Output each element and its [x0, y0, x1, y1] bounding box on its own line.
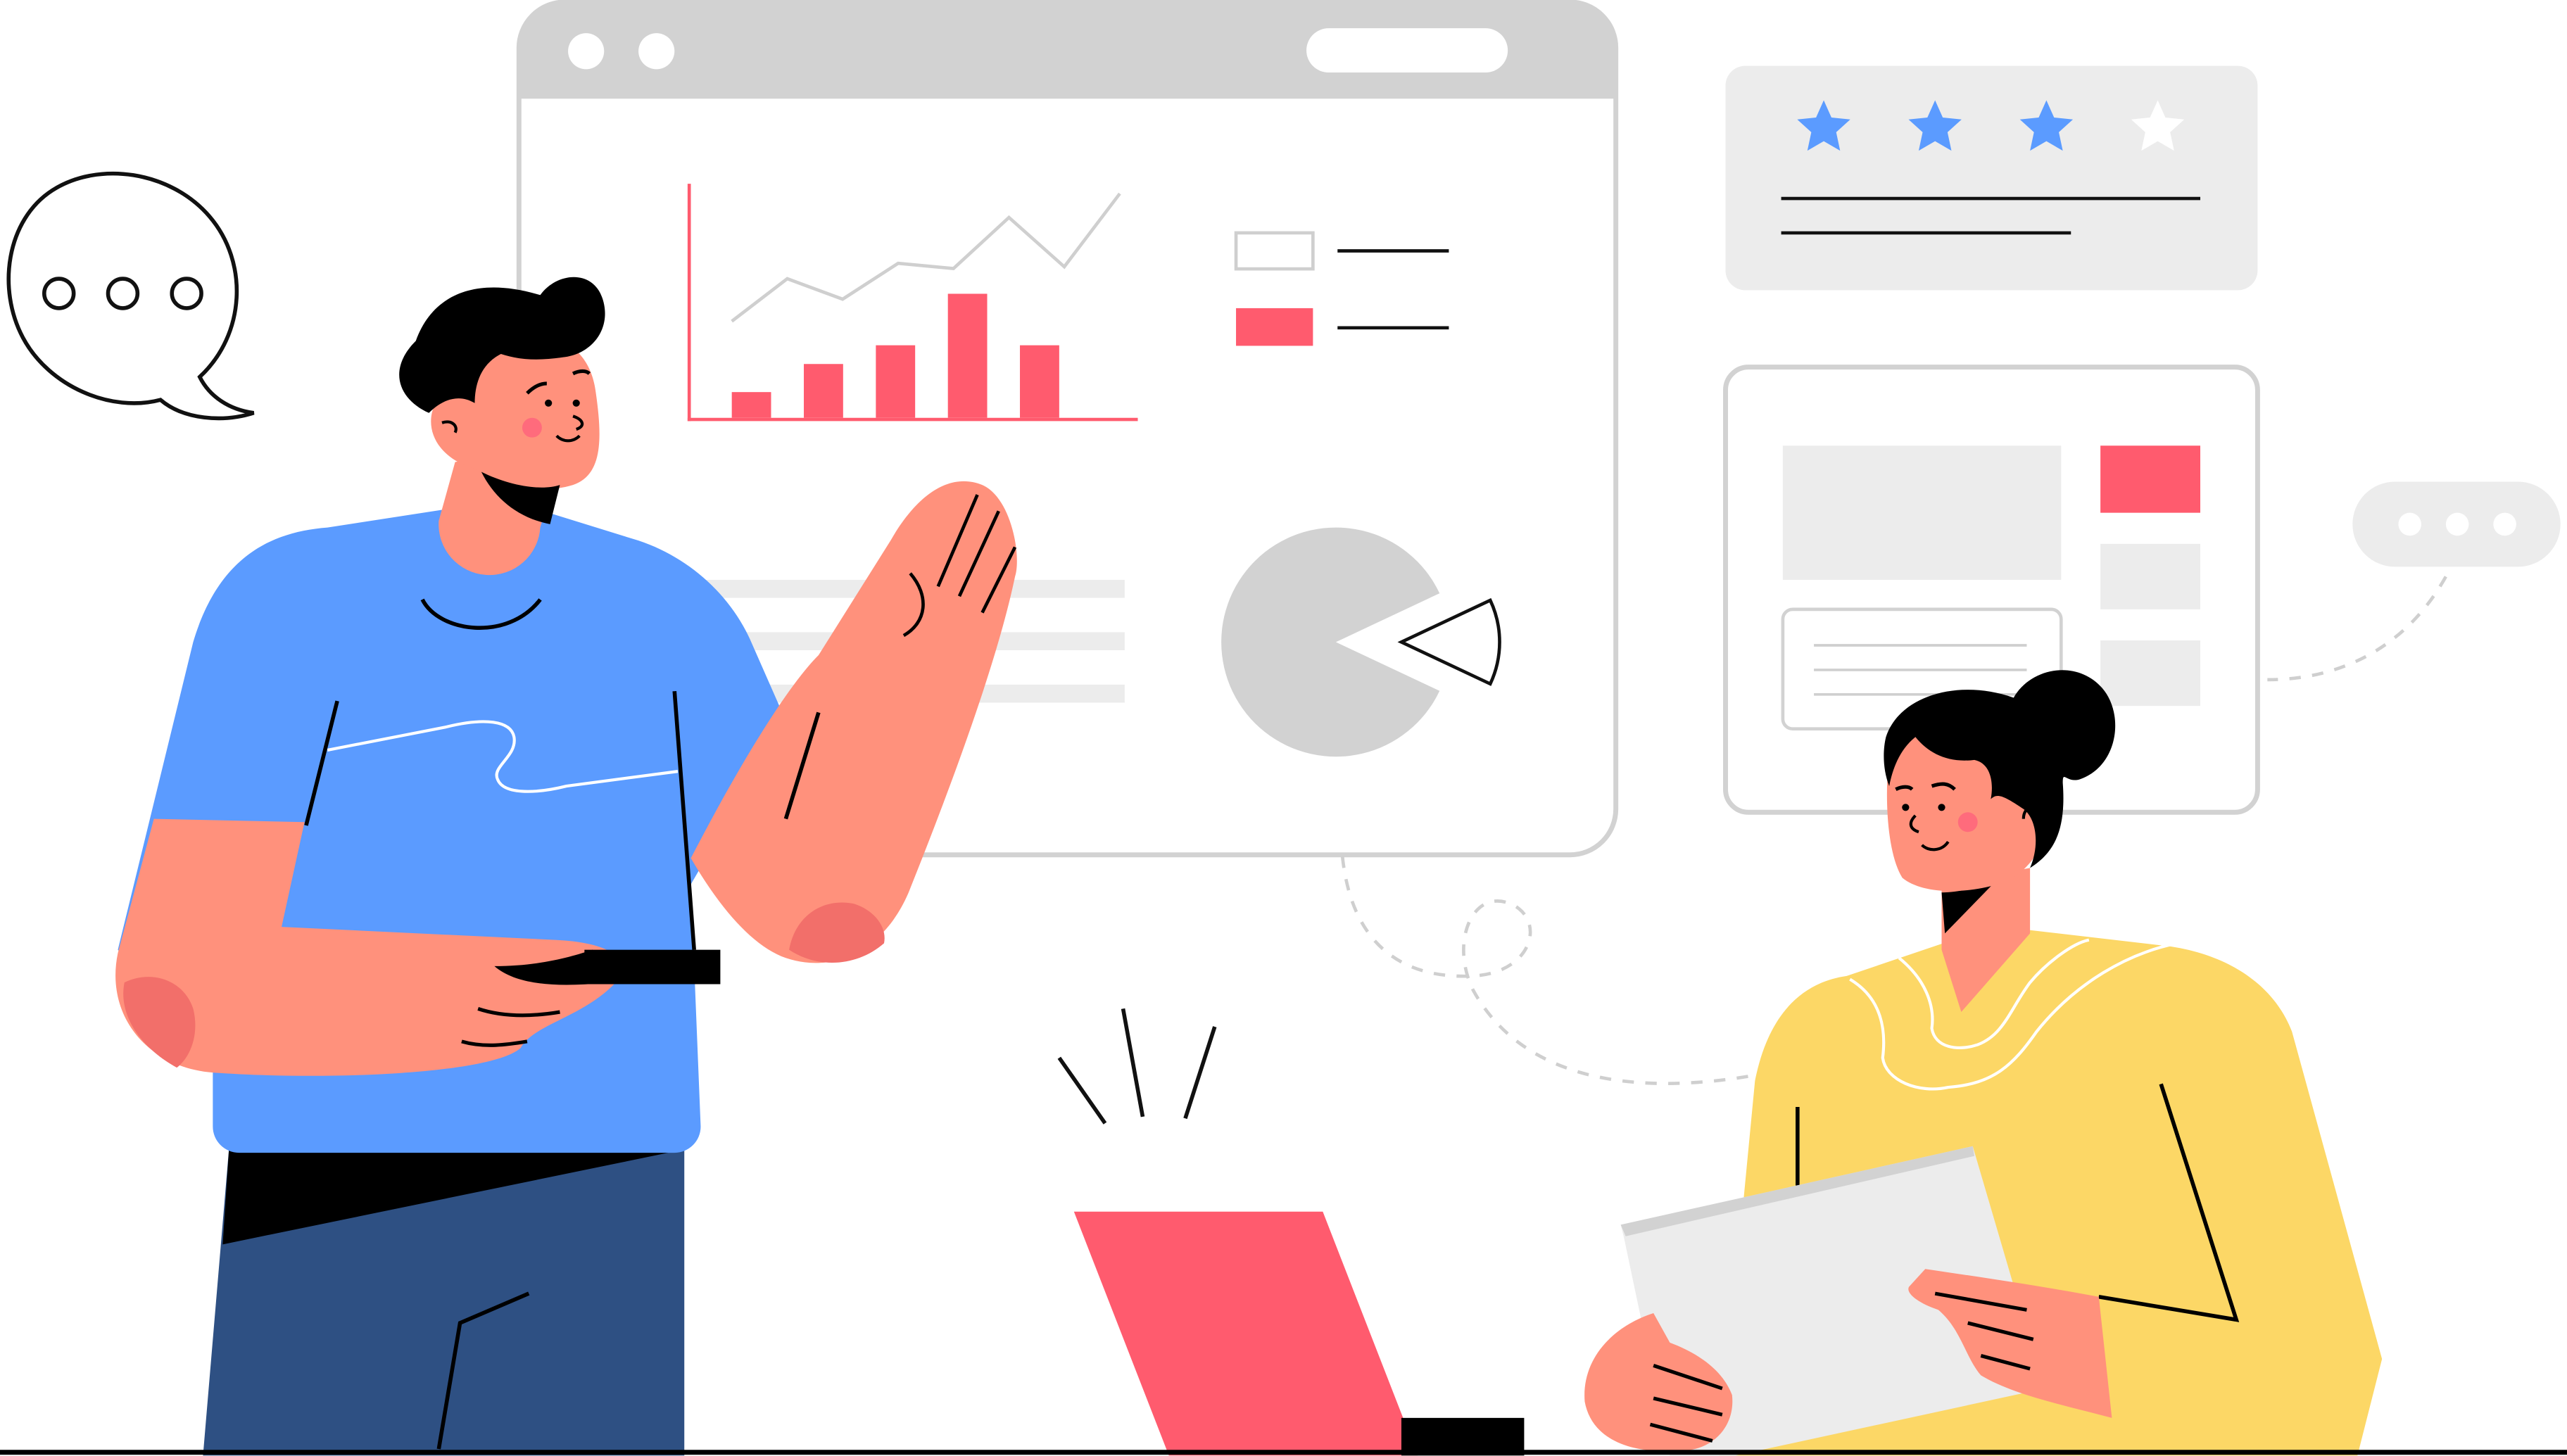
bubble-dot-icon [106, 277, 140, 310]
window-control-icon [568, 33, 605, 70]
emphasis-line [1183, 1026, 1217, 1120]
woman-reviewer [1584, 670, 2383, 1456]
highlight-block [2100, 445, 2200, 513]
bubble-dot-icon [2445, 512, 2469, 536]
chart-bar [804, 364, 843, 418]
laptop [1057, 1008, 1525, 1456]
chart-bar [1020, 345, 1059, 418]
rating-card [1725, 65, 2258, 291]
bubble-dot-icon [170, 277, 203, 310]
bubble-dot-icon [42, 277, 76, 310]
list-block [2100, 543, 2200, 609]
emphasis-line [1121, 1008, 1145, 1118]
bubble-dot-icon [2493, 512, 2516, 536]
chart-bar [876, 345, 916, 418]
address-bar [1306, 28, 1508, 72]
list-block [2100, 640, 2200, 707]
chart-bar [731, 392, 771, 418]
legend-swatch-red [1236, 308, 1313, 346]
chart-bar [947, 293, 988, 418]
emphasis-line [1057, 1056, 1107, 1125]
window-control-icon [638, 33, 675, 70]
typing-bubble-icon [2352, 481, 2561, 567]
bubble-dot-icon [2398, 512, 2421, 536]
chat-bubble-icon [6, 171, 255, 421]
legend-swatch-outline [1234, 231, 1315, 271]
image-placeholder [1782, 445, 2062, 581]
laptop-screen [1073, 1211, 1418, 1456]
illustration-scene [0, 0, 2567, 1456]
